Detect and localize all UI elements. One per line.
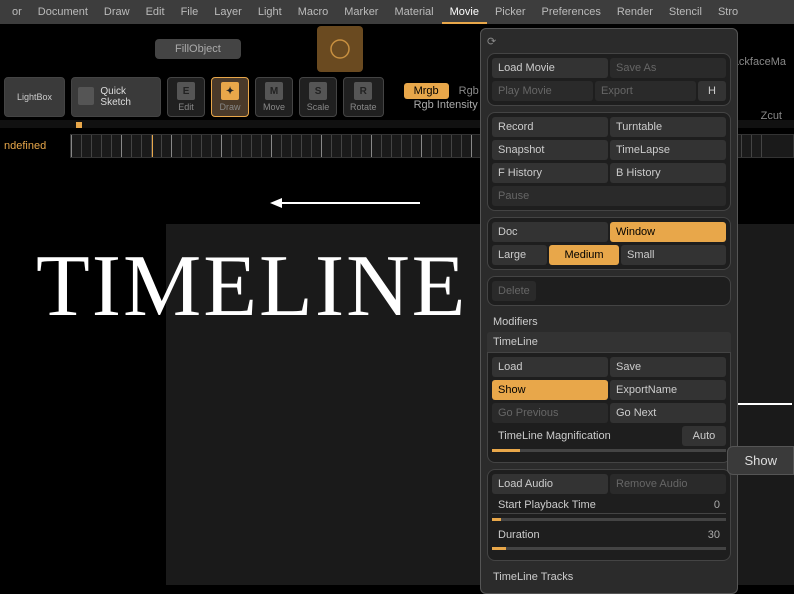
scale-icon: S: [309, 82, 327, 100]
window-button[interactable]: Window: [610, 222, 726, 242]
export-button[interactable]: Export: [595, 81, 696, 101]
menu-stencil[interactable]: Stencil: [661, 0, 710, 24]
load-audio-button[interactable]: Load Audio: [492, 474, 608, 494]
timeline-tracks-header[interactable]: TimeLine Tracks: [487, 567, 731, 587]
material-swatch[interactable]: [317, 26, 363, 72]
delete-group: Delete: [487, 276, 731, 306]
zcut-label[interactable]: Zcut: [761, 110, 782, 122]
move-label: Move: [263, 102, 285, 112]
quicksketch-icon: [78, 87, 94, 105]
refresh-icon[interactable]: ⟳: [487, 35, 501, 49]
tl-auto-button[interactable]: Auto: [682, 426, 726, 446]
snapshot-button[interactable]: Snapshot: [492, 140, 608, 160]
tl-goprev-button[interactable]: Go Previous: [492, 403, 608, 423]
h-button[interactable]: H: [698, 81, 726, 101]
edit-button[interactable]: E Edit: [167, 77, 205, 117]
duration-label: Duration: [498, 529, 708, 541]
overlay-timeline-text: TIMELINE: [36, 236, 467, 337]
remove-audio-button[interactable]: Remove Audio: [610, 474, 726, 494]
undefined-label: ndefined: [0, 140, 70, 152]
edit-label: Edit: [178, 102, 194, 112]
timeline-header[interactable]: TimeLine: [487, 332, 731, 352]
slider-thumb[interactable]: [76, 122, 82, 128]
menu-layer[interactable]: Layer: [206, 0, 250, 24]
menu-stroke[interactable]: Stro: [710, 0, 746, 24]
bhistory-button[interactable]: B History: [610, 163, 726, 183]
play-movie-button[interactable]: Play Movie: [492, 81, 593, 101]
tl-mag-label: TimeLine Magnification: [492, 426, 680, 446]
pause-button[interactable]: Pause: [492, 186, 726, 206]
duration-row[interactable]: Duration 30: [492, 527, 726, 543]
duration-value: 30: [708, 529, 720, 541]
tl-save-button[interactable]: Save: [610, 357, 726, 377]
rotate-label: Rotate: [350, 102, 377, 112]
timeline-group: Load Save Show ExportName Go Previous Go…: [487, 352, 731, 463]
draw-icon: ✦: [221, 82, 239, 100]
menu-material[interactable]: Material: [386, 0, 441, 24]
rotate-icon: R: [354, 82, 372, 100]
doc-button[interactable]: Doc: [492, 222, 608, 242]
tl-exportname-button[interactable]: ExportName: [610, 380, 726, 400]
small-button[interactable]: Small: [621, 245, 726, 265]
tl-gonext-button[interactable]: Go Next: [610, 403, 726, 423]
start-slider-fill: [492, 518, 501, 521]
medium-button[interactable]: Medium: [549, 245, 619, 265]
turntable-button[interactable]: Turntable: [610, 117, 726, 137]
rotate-button[interactable]: R Rotate: [343, 77, 384, 117]
movie-io-group: Load Movie Save As Play Movie Export H: [487, 53, 731, 106]
duration-slider-fill: [492, 547, 506, 550]
menu-edit[interactable]: Edit: [138, 0, 173, 24]
rgb-intensity-label: Rgb Intensity: [414, 99, 478, 111]
menu-movie[interactable]: Movie: [442, 0, 487, 24]
record-group: Record Turntable Snapshot TimeLapse F Hi…: [487, 112, 731, 211]
tl-mag-fill: [492, 449, 520, 452]
start-playback-label: Start Playback Time: [498, 499, 714, 511]
move-icon: M: [265, 82, 283, 100]
menu-document[interactable]: Document: [30, 0, 96, 24]
start-slider[interactable]: [492, 518, 726, 521]
movie-panel: ⟳ Load Movie Save As Play Movie Export H…: [480, 28, 738, 594]
lightbox-button[interactable]: LightBox: [4, 77, 65, 117]
large-button[interactable]: Large: [492, 245, 547, 265]
delete-button[interactable]: Delete: [492, 281, 536, 301]
audio-group: Load Audio Remove Audio Start Playback T…: [487, 469, 731, 561]
quicksketch-label: Quick Sketch: [100, 86, 154, 108]
tl-mag-slider[interactable]: [492, 449, 726, 452]
fhistory-button[interactable]: F History: [492, 163, 608, 183]
quicksketch-button[interactable]: Quick Sketch: [71, 77, 161, 117]
tl-show-button[interactable]: Show: [492, 380, 608, 400]
menu-marker[interactable]: Marker: [336, 0, 386, 24]
draw-button[interactable]: ✦ Draw: [211, 77, 249, 117]
menu-file[interactable]: File: [173, 0, 207, 24]
size-group: Doc Window Large Medium Small: [487, 217, 731, 270]
scale-button[interactable]: S Scale: [299, 77, 337, 117]
timelapse-button[interactable]: TimeLapse: [610, 140, 726, 160]
menu-render[interactable]: Render: [609, 0, 661, 24]
menu-draw[interactable]: Draw: [96, 0, 138, 24]
tl-load-button[interactable]: Load: [492, 357, 608, 377]
fillobject-button[interactable]: FillObject: [155, 39, 241, 59]
sphere-icon: [328, 37, 352, 61]
rgb-button[interactable]: Rgb: [459, 85, 479, 97]
load-movie-button[interactable]: Load Movie: [492, 58, 608, 78]
menu-light[interactable]: Light: [250, 0, 290, 24]
edit-icon: E: [177, 82, 195, 100]
scale-label: Scale: [307, 102, 330, 112]
mrgb-button[interactable]: Mrgb: [404, 83, 449, 99]
menu-picker[interactable]: Picker: [487, 0, 534, 24]
annotation-arrow-1: [270, 198, 420, 208]
menu-item[interactable]: or: [4, 0, 30, 24]
record-button[interactable]: Record: [492, 117, 608, 137]
menu-preferences[interactable]: Preferences: [534, 0, 609, 24]
start-playback-value: 0: [714, 499, 720, 511]
start-playback-row[interactable]: Start Playback Time 0: [492, 497, 726, 514]
top-menubar: or Document Draw Edit File Layer Light M…: [0, 0, 794, 24]
duration-slider[interactable]: [492, 547, 726, 550]
modifiers-header[interactable]: Modifiers: [487, 312, 731, 332]
menu-macro[interactable]: Macro: [290, 0, 337, 24]
draw-label: Draw: [220, 102, 241, 112]
show-panel-button[interactable]: Show: [727, 446, 794, 475]
save-as-button[interactable]: Save As: [610, 58, 726, 78]
move-button[interactable]: M Move: [255, 77, 293, 117]
